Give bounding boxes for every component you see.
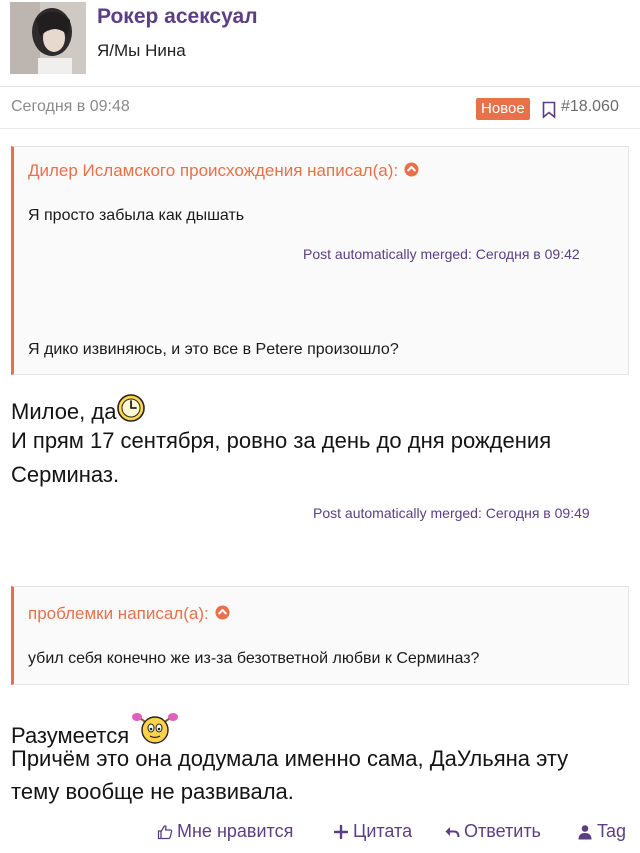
quote-author[interactable]: Дилер Исламского происхождения написал(а… <box>28 161 398 180</box>
post-meta: Сегодня в 09:48 Новое #18.060 <box>0 88 640 128</box>
user-title: Я/Мы Нина <box>97 41 186 60</box>
quote-author-line[interactable]: Дилер Исламского происхождения написал(а… <box>28 161 419 181</box>
plus-icon <box>333 824 349 839</box>
reply-button[interactable]: Ответить <box>444 821 541 842</box>
merge-note: Post automatically merged: Сегодня в 09:… <box>313 505 590 521</box>
post-author-header: Рокер асексуал Я/Мы Нина <box>0 0 640 88</box>
tag-label: Tag <box>597 821 627 841</box>
reply-label: Ответить <box>464 821 541 841</box>
user-icon <box>578 824 592 839</box>
like-button[interactable]: Мне нравится <box>157 821 293 842</box>
quote-author[interactable]: проблемки написал(а): <box>28 604 209 623</box>
pigtails-smiley-icon <box>132 713 179 744</box>
quote-text: Я просто забыла как дышать <box>28 207 245 224</box>
post-text: И прям 17 сентября, ровно за день до дня… <box>11 428 552 453</box>
quote-author-line[interactable]: проблемки написал(а): <box>28 604 230 624</box>
new-badge: Новое <box>476 98 530 120</box>
clock-smiley-icon <box>117 394 146 422</box>
quote-label: Цитата <box>353 821 413 841</box>
divider <box>0 86 640 87</box>
username[interactable]: Рокер асексуал <box>97 5 258 29</box>
divider <box>0 128 640 129</box>
post-actions: Мне нравится Цитата Ответить Tag <box>0 817 640 851</box>
arrow-up-circle-icon[interactable] <box>215 605 230 620</box>
quote-button[interactable]: Цитата <box>333 821 412 842</box>
post-number[interactable]: #18.060 <box>561 98 619 116</box>
quote-text: Я дико извиняюсь, и это все в Petere про… <box>28 341 399 358</box>
reply-arrow-icon <box>445 826 460 837</box>
post-text: Серминаз. <box>11 462 120 487</box>
bookmark-icon[interactable] <box>542 101 556 119</box>
avatar-image <box>10 2 86 74</box>
tag-button[interactable]: Tag <box>577 821 626 842</box>
quote-text: убил себя конечно же из-за безответной л… <box>28 650 480 667</box>
post-date[interactable]: Сегодня в 09:48 <box>11 98 130 116</box>
quote-block: проблемки написал(а): убил себя конечно … <box>11 586 629 685</box>
arrow-up-circle-icon[interactable] <box>404 162 419 177</box>
post-text: Причём это она додумала именно сама, ДаУ… <box>11 746 569 771</box>
like-label: Мне нравится <box>177 821 294 841</box>
merge-note: Post automatically merged: Сегодня в 09:… <box>303 246 580 262</box>
thumbs-up-icon <box>157 824 173 839</box>
post-text: Милое, да <box>11 399 117 424</box>
quote-block: Дилер Исламского происхождения написал(а… <box>11 146 629 375</box>
post-text: тему вообще не развивала. <box>11 779 294 804</box>
avatar[interactable] <box>10 2 86 74</box>
post-body-line: Милое, да <box>11 393 146 428</box>
